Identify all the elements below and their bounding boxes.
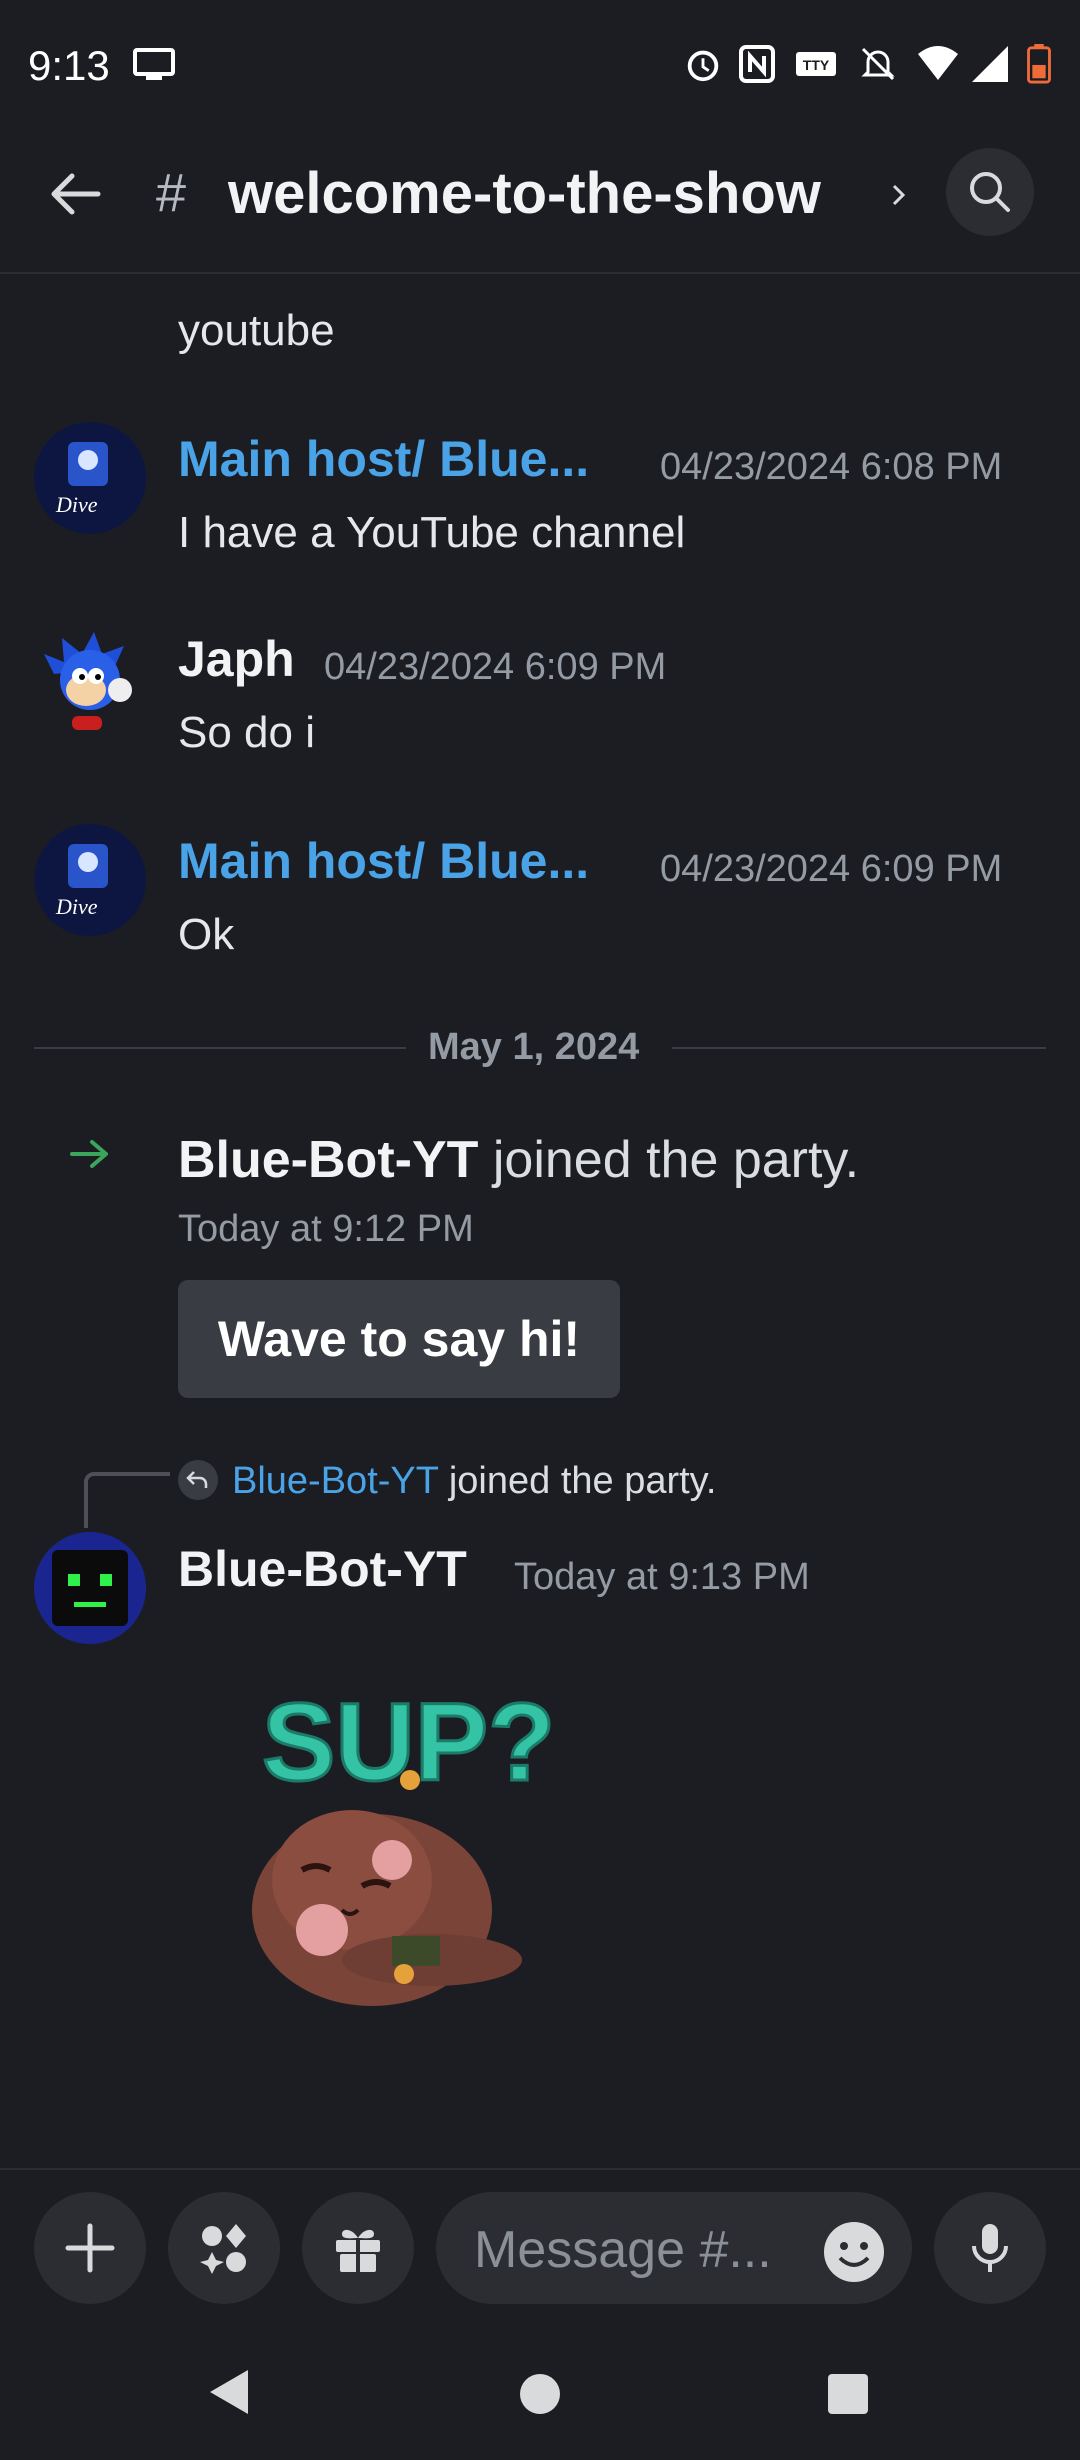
emoji-icon[interactable] (822, 2220, 886, 2284)
join-username[interactable]: Blue-Bot-YT (178, 1131, 478, 1189)
message-text: I have a YouTube channel (178, 508, 686, 557)
reply-icon (178, 1460, 218, 1500)
message-text: Ok (178, 910, 235, 959)
nav-recents-icon[interactable] (826, 2372, 870, 2416)
reply-preview[interactable]: Blue-Bot-YT joined the party. (232, 1460, 716, 1503)
svg-text:TTY: TTY (803, 57, 830, 73)
reply-connector (84, 1472, 170, 1528)
message-author[interactable]: Blue-Bot-YT (178, 1540, 467, 1598)
status-bar: 9:13 TTY (0, 0, 1080, 130)
message-timestamp: 04/23/2024 6:08 PM (660, 446, 1003, 488)
avatar-image: Dive (34, 824, 146, 936)
bell-off-icon (861, 47, 895, 81)
svg-text:Dive: Dive (55, 492, 98, 517)
avatar[interactable] (34, 1532, 146, 1644)
plus-icon (65, 2223, 115, 2273)
add-attachment-button[interactable] (34, 2192, 146, 2304)
message-timestamp: 04/23/2024 6:09 PM (324, 646, 667, 688)
tty-icon: TTY (796, 52, 836, 76)
channel-title[interactable]: welcome-to-the-show (228, 160, 821, 227)
status-time: 9:13 (28, 42, 110, 89)
gift-button[interactable] (302, 2192, 414, 2304)
gift-icon (336, 2229, 380, 2272)
nfc-icon (739, 45, 775, 83)
signal-icon (972, 46, 1008, 82)
bot-avatar-image (34, 1532, 146, 1644)
back-arrow-icon[interactable] (44, 162, 108, 226)
search-button[interactable] (946, 148, 1034, 236)
system-nav-bar (0, 2320, 1080, 2460)
sticker-image: SUP? (252, 1680, 557, 2006)
battery-icon (1027, 44, 1051, 84)
message-timestamp: 04/23/2024 6:09 PM (660, 848, 1003, 890)
avatar[interactable]: Dive (34, 422, 146, 534)
svg-text:Dive: Dive (55, 894, 98, 919)
voice-message-button[interactable] (934, 2192, 1046, 2304)
channel-hash-icon: # (156, 163, 187, 223)
message-text-partial: youtube (178, 306, 335, 355)
message-author[interactable]: Japh (178, 630, 295, 688)
date-divider-line (672, 1047, 1046, 1049)
message-timestamp: Today at 9:13 PM (514, 1556, 810, 1598)
nav-home-icon[interactable] (518, 2372, 562, 2416)
reply-ref-text: joined the party. (448, 1460, 717, 1502)
search-icon (970, 172, 1010, 212)
wifi-icon (918, 46, 958, 80)
apps-button[interactable] (168, 2192, 280, 2304)
date-divider-line (34, 1047, 406, 1049)
join-message: Blue-Bot-YT joined the party. (178, 1130, 859, 1190)
date-divider: May 1, 2024 (428, 1026, 640, 1068)
chevron-right-icon[interactable] (888, 178, 910, 212)
avatar[interactable]: Dive (34, 824, 146, 936)
microphone-icon (972, 2224, 1008, 2272)
alarm-icon (687, 50, 719, 82)
message-author[interactable]: Main host/ Blue... (178, 430, 589, 488)
avatar[interactable] (34, 624, 146, 736)
wave-button[interactable]: Wave to say hi! (178, 1280, 620, 1398)
sticker[interactable]: SUP? (232, 1680, 572, 2040)
message-text: So do i (178, 708, 315, 757)
message-author[interactable]: Main host/ Blue... (178, 832, 589, 890)
join-action: joined the party. (492, 1131, 860, 1189)
reply-ref-user[interactable]: Blue-Bot-YT (232, 1460, 438, 1502)
message-input-placeholder[interactable]: Message #... (474, 2220, 772, 2280)
cast-screen-icon (133, 48, 175, 80)
avatar-image: Dive (34, 422, 146, 534)
nav-back-icon[interactable] (206, 2368, 250, 2416)
apps-icon (200, 2224, 246, 2274)
join-timestamp: Today at 9:12 PM (178, 1208, 474, 1250)
join-arrow-icon (70, 1140, 108, 1168)
avatar-image (44, 632, 132, 730)
